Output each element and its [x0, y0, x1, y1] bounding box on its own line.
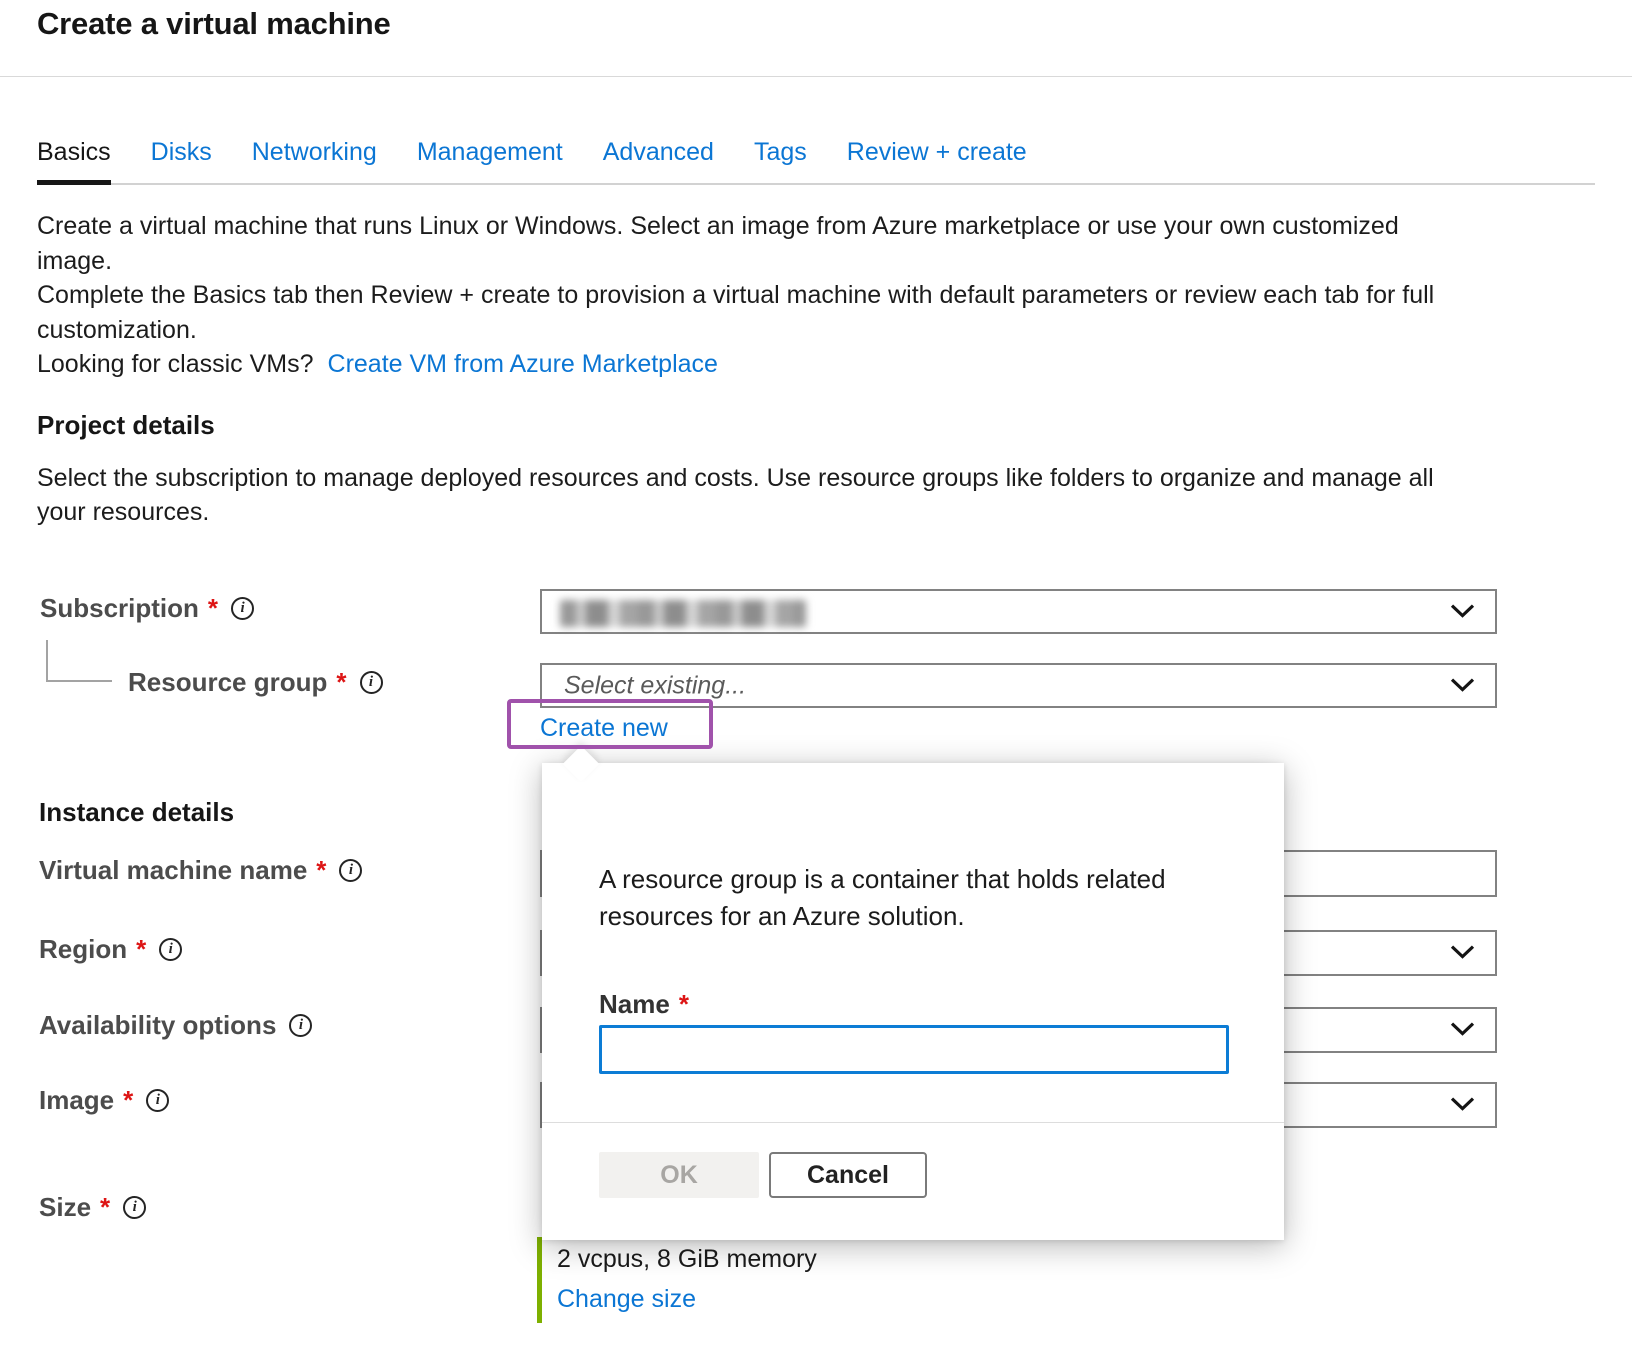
instance-details-heading: Instance details — [39, 797, 234, 828]
create-vm-marketplace-link[interactable]: Create VM from Azure Marketplace — [328, 347, 718, 382]
required-asterisk: * — [336, 668, 346, 696]
highlight-annotation-box — [507, 699, 713, 749]
size-specs-text: 2 vcpus, 8 GiB memory — [557, 1245, 817, 1274]
dialog-description-line: A resource group is a container that hol… — [599, 861, 1166, 898]
tab-disks[interactable]: Disks — [151, 138, 212, 185]
project-desc-line: Select the subscription to manage deploy… — [37, 461, 1434, 495]
tab-management[interactable]: Management — [417, 138, 563, 185]
intro-line: Create a virtual machine that runs Linux… — [37, 209, 1434, 244]
dialog-description-line: resources for an Azure solution. — [599, 898, 1166, 935]
resource-group-label-text: Resource group — [128, 668, 327, 696]
change-size-link[interactable]: Change size — [557, 1285, 696, 1314]
intro-line: image. — [37, 244, 1434, 279]
required-asterisk: * — [208, 594, 218, 622]
project-desc-line: your resources. — [37, 495, 1434, 529]
required-asterisk: * — [679, 989, 689, 1020]
required-asterisk: * — [316, 856, 326, 884]
tab-review-create[interactable]: Review + create — [847, 138, 1027, 185]
create-resource-group-dialog: A resource group is a container that hol… — [542, 763, 1284, 1240]
availability-options-label: Availability options i — [39, 1011, 312, 1039]
header-divider — [0, 76, 1632, 77]
subscription-dropdown[interactable] — [540, 589, 1497, 634]
tab-networking[interactable]: Networking — [252, 138, 377, 185]
vm-name-label: Virtual machine name * i — [39, 856, 362, 884]
subscription-label-text: Subscription — [40, 594, 199, 622]
project-details-heading: Project details — [37, 410, 215, 441]
subscription-label: Subscription * i — [40, 594, 254, 622]
size-label-text: Size — [39, 1193, 91, 1221]
page-title: Create a virtual machine — [37, 6, 391, 42]
tab-basics[interactable]: Basics — [37, 138, 111, 185]
info-icon[interactable]: i — [231, 597, 254, 620]
chevron-down-icon — [1450, 1097, 1475, 1117]
size-label: Size * i — [39, 1193, 146, 1221]
required-asterisk: * — [123, 1086, 133, 1114]
info-icon[interactable]: i — [123, 1196, 146, 1219]
intro-text: Create a virtual machine that runs Linux… — [37, 209, 1434, 382]
resource-group-name-input[interactable] — [599, 1025, 1229, 1074]
chevron-down-icon — [1450, 603, 1475, 623]
chevron-down-icon — [1450, 1022, 1475, 1042]
resource-group-placeholder: Select existing... — [564, 671, 746, 700]
intro-line: customization. — [37, 313, 1434, 348]
info-icon[interactable]: i — [360, 671, 383, 694]
classic-vm-prompt: Looking for classic VMs? — [37, 347, 314, 382]
size-selection-bar — [537, 1237, 542, 1323]
project-details-description: Select the subscription to manage deploy… — [37, 461, 1434, 529]
ok-button[interactable]: OK — [599, 1152, 759, 1198]
tab-advanced[interactable]: Advanced — [603, 138, 714, 185]
required-asterisk: * — [136, 935, 146, 963]
required-asterisk: * — [100, 1193, 110, 1221]
create-vm-page: Create a virtual machine Basics Disks Ne… — [0, 0, 1632, 1368]
tab-tags[interactable]: Tags — [754, 138, 807, 185]
vm-name-label-text: Virtual machine name — [39, 856, 307, 884]
hierarchy-connector-vertical — [46, 640, 48, 682]
intro-line: Complete the Basics tab then Review + cr… — [37, 278, 1434, 313]
info-icon[interactable]: i — [289, 1014, 312, 1037]
tab-bar: Basics Disks Networking Management Advan… — [37, 138, 1595, 185]
chevron-down-icon — [1450, 945, 1475, 965]
hierarchy-connector-horizontal — [46, 680, 112, 682]
chevron-down-icon — [1450, 677, 1475, 697]
region-label: Region * i — [39, 935, 182, 963]
dialog-name-label-text: Name — [599, 989, 670, 1020]
subscription-value-redacted — [560, 600, 806, 627]
info-icon[interactable]: i — [159, 938, 182, 961]
availability-options-label-text: Availability options — [39, 1011, 276, 1039]
info-icon[interactable]: i — [146, 1089, 169, 1112]
resource-group-label: Resource group * i — [128, 668, 383, 696]
image-label: Image * i — [39, 1086, 169, 1114]
region-label-text: Region — [39, 935, 127, 963]
dialog-name-label: Name * — [599, 989, 689, 1020]
dialog-divider — [542, 1122, 1284, 1123]
cancel-button[interactable]: Cancel — [769, 1152, 927, 1198]
info-icon[interactable]: i — [339, 859, 362, 882]
image-label-text: Image — [39, 1086, 114, 1114]
dialog-description: A resource group is a container that hol… — [599, 861, 1166, 935]
